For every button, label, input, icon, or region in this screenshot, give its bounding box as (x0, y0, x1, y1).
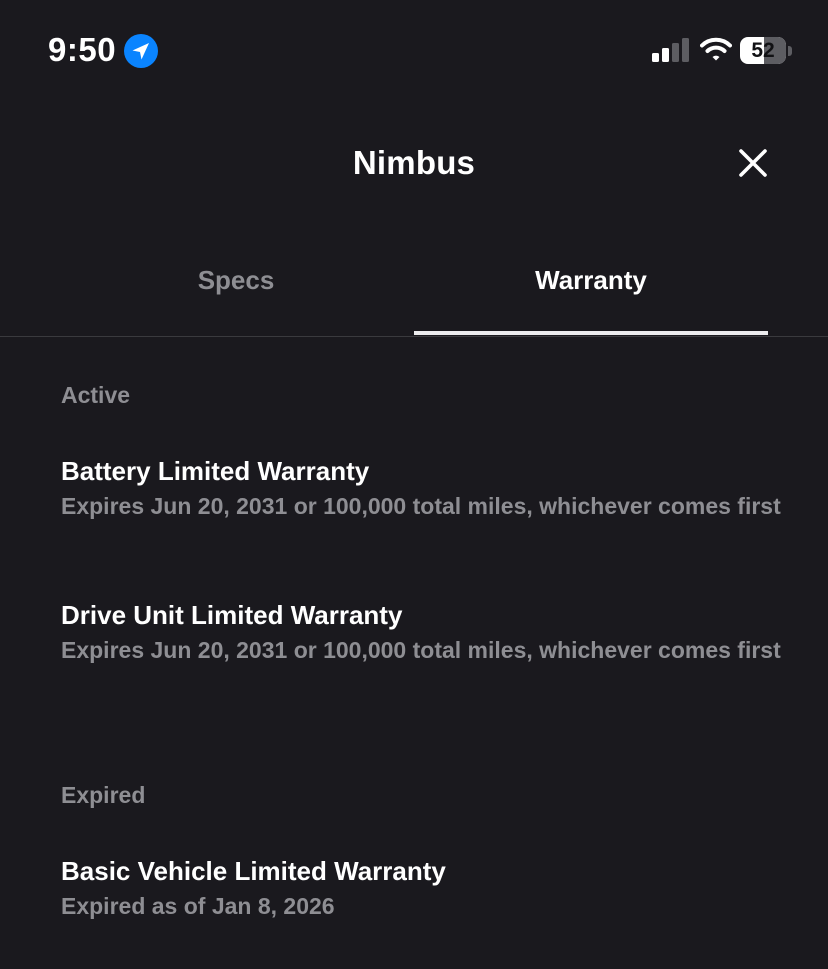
tab-divider (0, 336, 828, 337)
battery-cap (788, 46, 792, 56)
tab-selected-indicator (414, 331, 768, 335)
status-bar: 9:50 52 (0, 0, 828, 100)
warranty-item-battery[interactable]: Battery Limited Warranty Expires Jun 20,… (61, 453, 781, 522)
location-arrow-icon (124, 34, 158, 68)
warranty-title: Battery Limited Warranty (61, 456, 370, 486)
status-time: 9:50 (48, 31, 117, 68)
warranty-expiry: Expired as of Jan 8, 2026 (61, 893, 335, 919)
close-icon (739, 149, 767, 177)
warranty-title: Drive Unit Limited Warranty (61, 600, 403, 630)
warranty-title: Basic Vehicle Limited Warranty (61, 856, 446, 886)
warranty-expiry: Expires Jun 20, 2031 or 100,000 total mi… (61, 637, 781, 663)
close-button[interactable] (730, 140, 776, 186)
battery-level: 52 (751, 39, 775, 62)
battery-icon: 52 (740, 37, 786, 64)
cellular-signal-icon (652, 38, 689, 62)
warranty-item-drive-unit[interactable]: Drive Unit Limited Warranty Expires Jun … (61, 597, 781, 666)
warranty-expiry: Expires Jun 20, 2031 or 100,000 total mi… (61, 493, 781, 519)
section-header-active: Active (61, 382, 131, 408)
wifi-icon (700, 37, 732, 61)
section-header-expired: Expired (61, 782, 146, 808)
page-title: Nimbus (352, 144, 476, 181)
battery-indicator: 52 (740, 37, 792, 64)
warranty-item-basic-vehicle[interactable]: Basic Vehicle Limited Warranty Expired a… (61, 853, 781, 922)
tab-specs[interactable]: Specs (59, 258, 413, 336)
tab-warranty[interactable]: Warranty (414, 258, 768, 336)
